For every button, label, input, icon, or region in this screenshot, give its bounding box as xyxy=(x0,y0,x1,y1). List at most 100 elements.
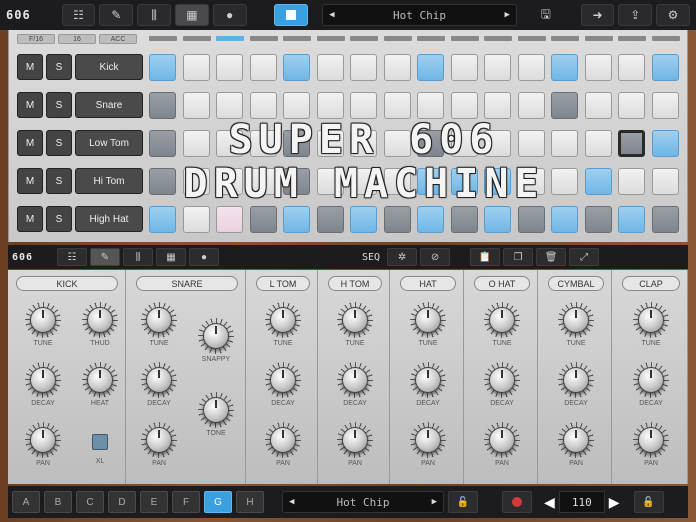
expand-button[interactable]: ⤢ xyxy=(569,248,600,266)
step-pad[interactable] xyxy=(517,206,545,233)
synth-bomb-button[interactable]: ● xyxy=(189,248,219,266)
thud-knob[interactable] xyxy=(82,302,118,338)
next-preset-icon[interactable]: ▶ xyxy=(505,10,510,20)
copy-button[interactable]: ❐ xyxy=(503,248,534,266)
tune-knob[interactable] xyxy=(265,302,301,338)
synth-mixer-button[interactable]: ⫼ xyxy=(123,248,153,266)
step-pad[interactable] xyxy=(216,168,243,195)
tune-knob[interactable] xyxy=(484,302,520,338)
pan-knob[interactable] xyxy=(558,422,594,458)
mute-button[interactable]: M xyxy=(17,92,43,118)
step-pad[interactable] xyxy=(350,54,377,81)
step-pad[interactable] xyxy=(283,54,310,81)
mixer-button[interactable]: ⫼ xyxy=(137,4,171,26)
step-pad[interactable] xyxy=(249,168,277,195)
heat-knob[interactable] xyxy=(82,362,118,398)
decay-knob[interactable] xyxy=(25,362,61,398)
xl-toggle[interactable] xyxy=(92,434,108,450)
step-pad[interactable] xyxy=(651,168,679,195)
step-pad[interactable] xyxy=(551,92,578,119)
step-pad[interactable] xyxy=(484,54,511,81)
step-pad[interactable] xyxy=(283,206,310,233)
step-pad[interactable] xyxy=(517,92,545,119)
step-pad[interactable] xyxy=(216,54,243,81)
solo-button[interactable]: S xyxy=(46,92,72,118)
step-pad[interactable] xyxy=(283,92,310,119)
step-pad[interactable] xyxy=(651,54,679,81)
step-pad[interactable] xyxy=(350,206,377,233)
mute-button[interactable]: M xyxy=(17,130,43,156)
step-pad[interactable] xyxy=(584,92,612,119)
step-pad[interactable] xyxy=(383,206,411,233)
step-pad[interactable] xyxy=(249,206,277,233)
solo-button[interactable]: S xyxy=(46,206,72,232)
decay-knob[interactable] xyxy=(410,362,446,398)
decay-knob[interactable] xyxy=(633,362,669,398)
mute-button[interactable]: M xyxy=(17,168,43,194)
step-pad[interactable] xyxy=(584,130,612,157)
step-pad[interactable] xyxy=(417,92,444,119)
step-pad[interactable] xyxy=(249,130,277,157)
decay-knob[interactable] xyxy=(484,362,520,398)
pan-knob[interactable] xyxy=(410,422,446,458)
tune-knob[interactable] xyxy=(337,302,373,338)
lock-button[interactable]: 🔓 xyxy=(448,491,478,513)
pan-knob[interactable] xyxy=(25,422,61,458)
tempo-lock-button[interactable]: 🔓 xyxy=(633,491,664,513)
next-preset-icon[interactable]: ▶ xyxy=(432,497,437,507)
delete-button[interactable]: 🗑 xyxy=(536,248,567,266)
instrument-button[interactable]: High Hat xyxy=(75,206,143,232)
prev-preset-icon[interactable]: ◀ xyxy=(329,10,334,20)
pattern-button[interactable]: B xyxy=(44,491,72,513)
pattern-button[interactable]: E xyxy=(140,491,168,513)
step-pad[interactable] xyxy=(417,168,444,195)
prev-preset-icon[interactable]: ◀ xyxy=(289,497,294,507)
preset-selector[interactable]: ◀ Hot Chip ▶ xyxy=(322,4,517,26)
step-pad[interactable] xyxy=(484,130,511,157)
step-pad[interactable] xyxy=(249,54,277,81)
edit-button[interactable]: ✎ xyxy=(99,4,134,26)
step-pad[interactable] xyxy=(618,130,645,157)
step-pad[interactable] xyxy=(651,206,679,233)
step-pad[interactable] xyxy=(182,206,210,233)
pattern-button[interactable]: A xyxy=(12,491,40,513)
step-pad[interactable] xyxy=(651,130,679,157)
step-pad[interactable] xyxy=(450,130,478,157)
step-pad[interactable] xyxy=(551,206,578,233)
step-pad[interactable] xyxy=(316,54,344,81)
decay-knob[interactable] xyxy=(265,362,301,398)
step-pad[interactable] xyxy=(417,206,444,233)
pattern-button[interactable]: F xyxy=(172,491,200,513)
save-button[interactable]: 🖫 xyxy=(529,4,563,26)
mute-button[interactable]: M xyxy=(17,54,43,80)
pan-knob[interactable] xyxy=(633,422,669,458)
record-button[interactable] xyxy=(502,491,532,513)
instrument-button[interactable]: Kick xyxy=(75,54,143,80)
step-pad[interactable] xyxy=(149,206,176,233)
step-pad[interactable] xyxy=(484,92,511,119)
instrument-button[interactable]: Low Tom xyxy=(75,130,143,156)
step-pad[interactable] xyxy=(450,92,478,119)
step-pad[interactable] xyxy=(249,92,277,119)
pan-knob[interactable] xyxy=(141,422,177,458)
tune-knob[interactable] xyxy=(633,302,669,338)
step-pad[interactable] xyxy=(618,206,645,233)
step-pad[interactable] xyxy=(316,92,344,119)
bomb-button[interactable]: ● xyxy=(212,4,247,26)
step-pad[interactable] xyxy=(149,130,176,157)
step-pad[interactable] xyxy=(618,92,645,119)
export-button[interactable]: ➜ xyxy=(580,4,615,26)
step-pad[interactable] xyxy=(350,168,377,195)
step-pad[interactable] xyxy=(283,168,310,195)
bpm-display[interactable]: 110 xyxy=(558,491,605,513)
step-pad[interactable] xyxy=(182,168,210,195)
step-pad[interactable] xyxy=(417,130,444,157)
pattern-button[interactable]: C xyxy=(76,491,104,513)
pan-knob[interactable] xyxy=(337,422,373,458)
step-pad[interactable] xyxy=(517,168,545,195)
pan-knob[interactable] xyxy=(265,422,301,458)
step-pad[interactable] xyxy=(618,54,645,81)
step-pad[interactable] xyxy=(216,92,243,119)
step-pad[interactable] xyxy=(551,130,578,157)
bottom-preset-selector[interactable]: ◀ Hot Chip ▶ xyxy=(282,491,444,513)
